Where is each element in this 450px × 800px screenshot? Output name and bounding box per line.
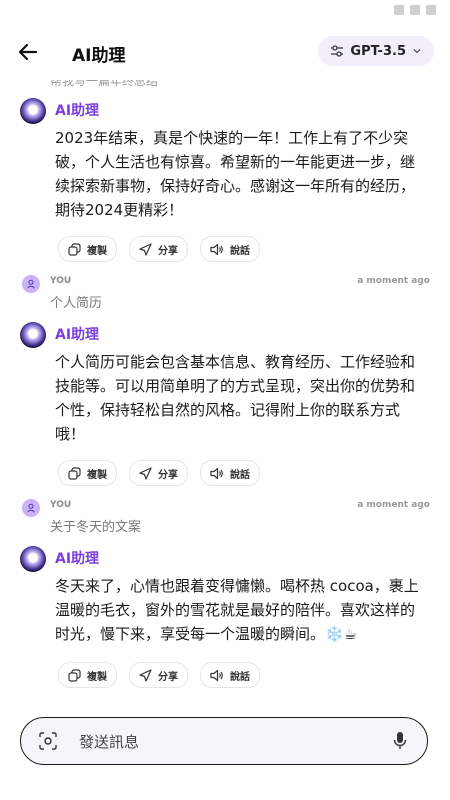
copy-label: 複製 [87, 671, 107, 683]
message-time: a moment ago [357, 500, 430, 510]
speak-label: 說話 [230, 469, 250, 481]
user-name: YOU [50, 276, 72, 286]
bot-name: AI助理 [55, 327, 100, 343]
bot-message-text: 冬天来了，心情也跟着变得慵懒。喝杯热 cocoa，裹上温暖的毛衣，窗外的雪花就是… [55, 577, 419, 643]
share-label: 分享 [158, 671, 178, 683]
app-header: AI助理 GPT-3.5 [0, 24, 450, 80]
copy-button[interactable]: 複製 [58, 236, 117, 262]
camera-icon[interactable] [39, 732, 57, 750]
speaker-icon [210, 669, 223, 681]
user-message-text: 关于冬天的文案 [50, 520, 142, 535]
message-actions: 複製 分享 說話 [58, 236, 260, 262]
copy-button[interactable]: 複製 [58, 460, 117, 486]
model-name: GPT-3.5 [350, 43, 406, 59]
speak-label: 說話 [230, 671, 250, 683]
bot-avatar [20, 98, 46, 124]
arrow-left-icon [18, 43, 38, 61]
user-avatar [22, 499, 40, 517]
speak-button[interactable]: 說話 [200, 662, 260, 688]
copy-button[interactable]: 複製 [58, 662, 117, 688]
chat-thread[interactable]: 帮我写一篇年终总结 AI助理 2023年结束，真是个快速的一年！工作上有了不少突… [0, 68, 450, 708]
model-selector[interactable]: GPT-3.5 [318, 36, 434, 66]
speak-button[interactable]: 說話 [200, 236, 260, 262]
bot-name: AI助理 [55, 103, 100, 119]
user-avatar [22, 275, 40, 293]
send-icon [139, 466, 152, 480]
speak-button[interactable]: 說話 [200, 460, 260, 486]
page-title: AI助理 [72, 46, 126, 66]
back-button[interactable] [14, 38, 42, 66]
speak-label: 說話 [230, 245, 250, 257]
status-bar [0, 0, 450, 24]
bot-message-text: 个人简历可能会包含基本信息、教育经历、工作经验和技能等。可以用简单明了的方式呈现… [55, 353, 416, 443]
speaker-icon [210, 467, 223, 479]
bot-message-text: 2023年结束，真是个快速的一年！工作上有了不少突破，个人生活也有惊喜。希望新的… [55, 129, 416, 219]
copy-icon [68, 242, 81, 256]
bot-avatar [20, 546, 46, 572]
microphone-icon[interactable] [393, 731, 407, 751]
user-icon [27, 279, 35, 289]
share-label: 分享 [158, 245, 178, 257]
share-button[interactable]: 分享 [129, 662, 188, 688]
status-icons [394, 5, 436, 15]
speaker-icon [210, 243, 223, 255]
send-icon [139, 242, 152, 256]
send-icon [139, 668, 152, 682]
message-actions: 複製 分享 說話 [58, 662, 260, 688]
copy-label: 複製 [87, 469, 107, 481]
copy-icon [68, 668, 81, 682]
sliders-icon [331, 45, 344, 57]
share-button[interactable]: 分享 [129, 460, 188, 486]
bot-name: AI助理 [55, 551, 100, 567]
share-button[interactable]: 分享 [129, 236, 188, 262]
user-name: YOU [50, 500, 72, 510]
chevron-down-icon [413, 49, 421, 54]
message-input[interactable] [77, 727, 381, 757]
share-label: 分享 [158, 469, 178, 481]
message-time: a moment ago [357, 276, 430, 286]
bot-avatar [20, 322, 46, 348]
copy-icon [68, 466, 81, 480]
message-composer [20, 717, 428, 765]
user-icon [27, 503, 35, 513]
user-message-text: 个人简历 [50, 296, 103, 311]
message-actions: 複製 分享 說話 [58, 460, 260, 486]
copy-label: 複製 [87, 245, 107, 257]
